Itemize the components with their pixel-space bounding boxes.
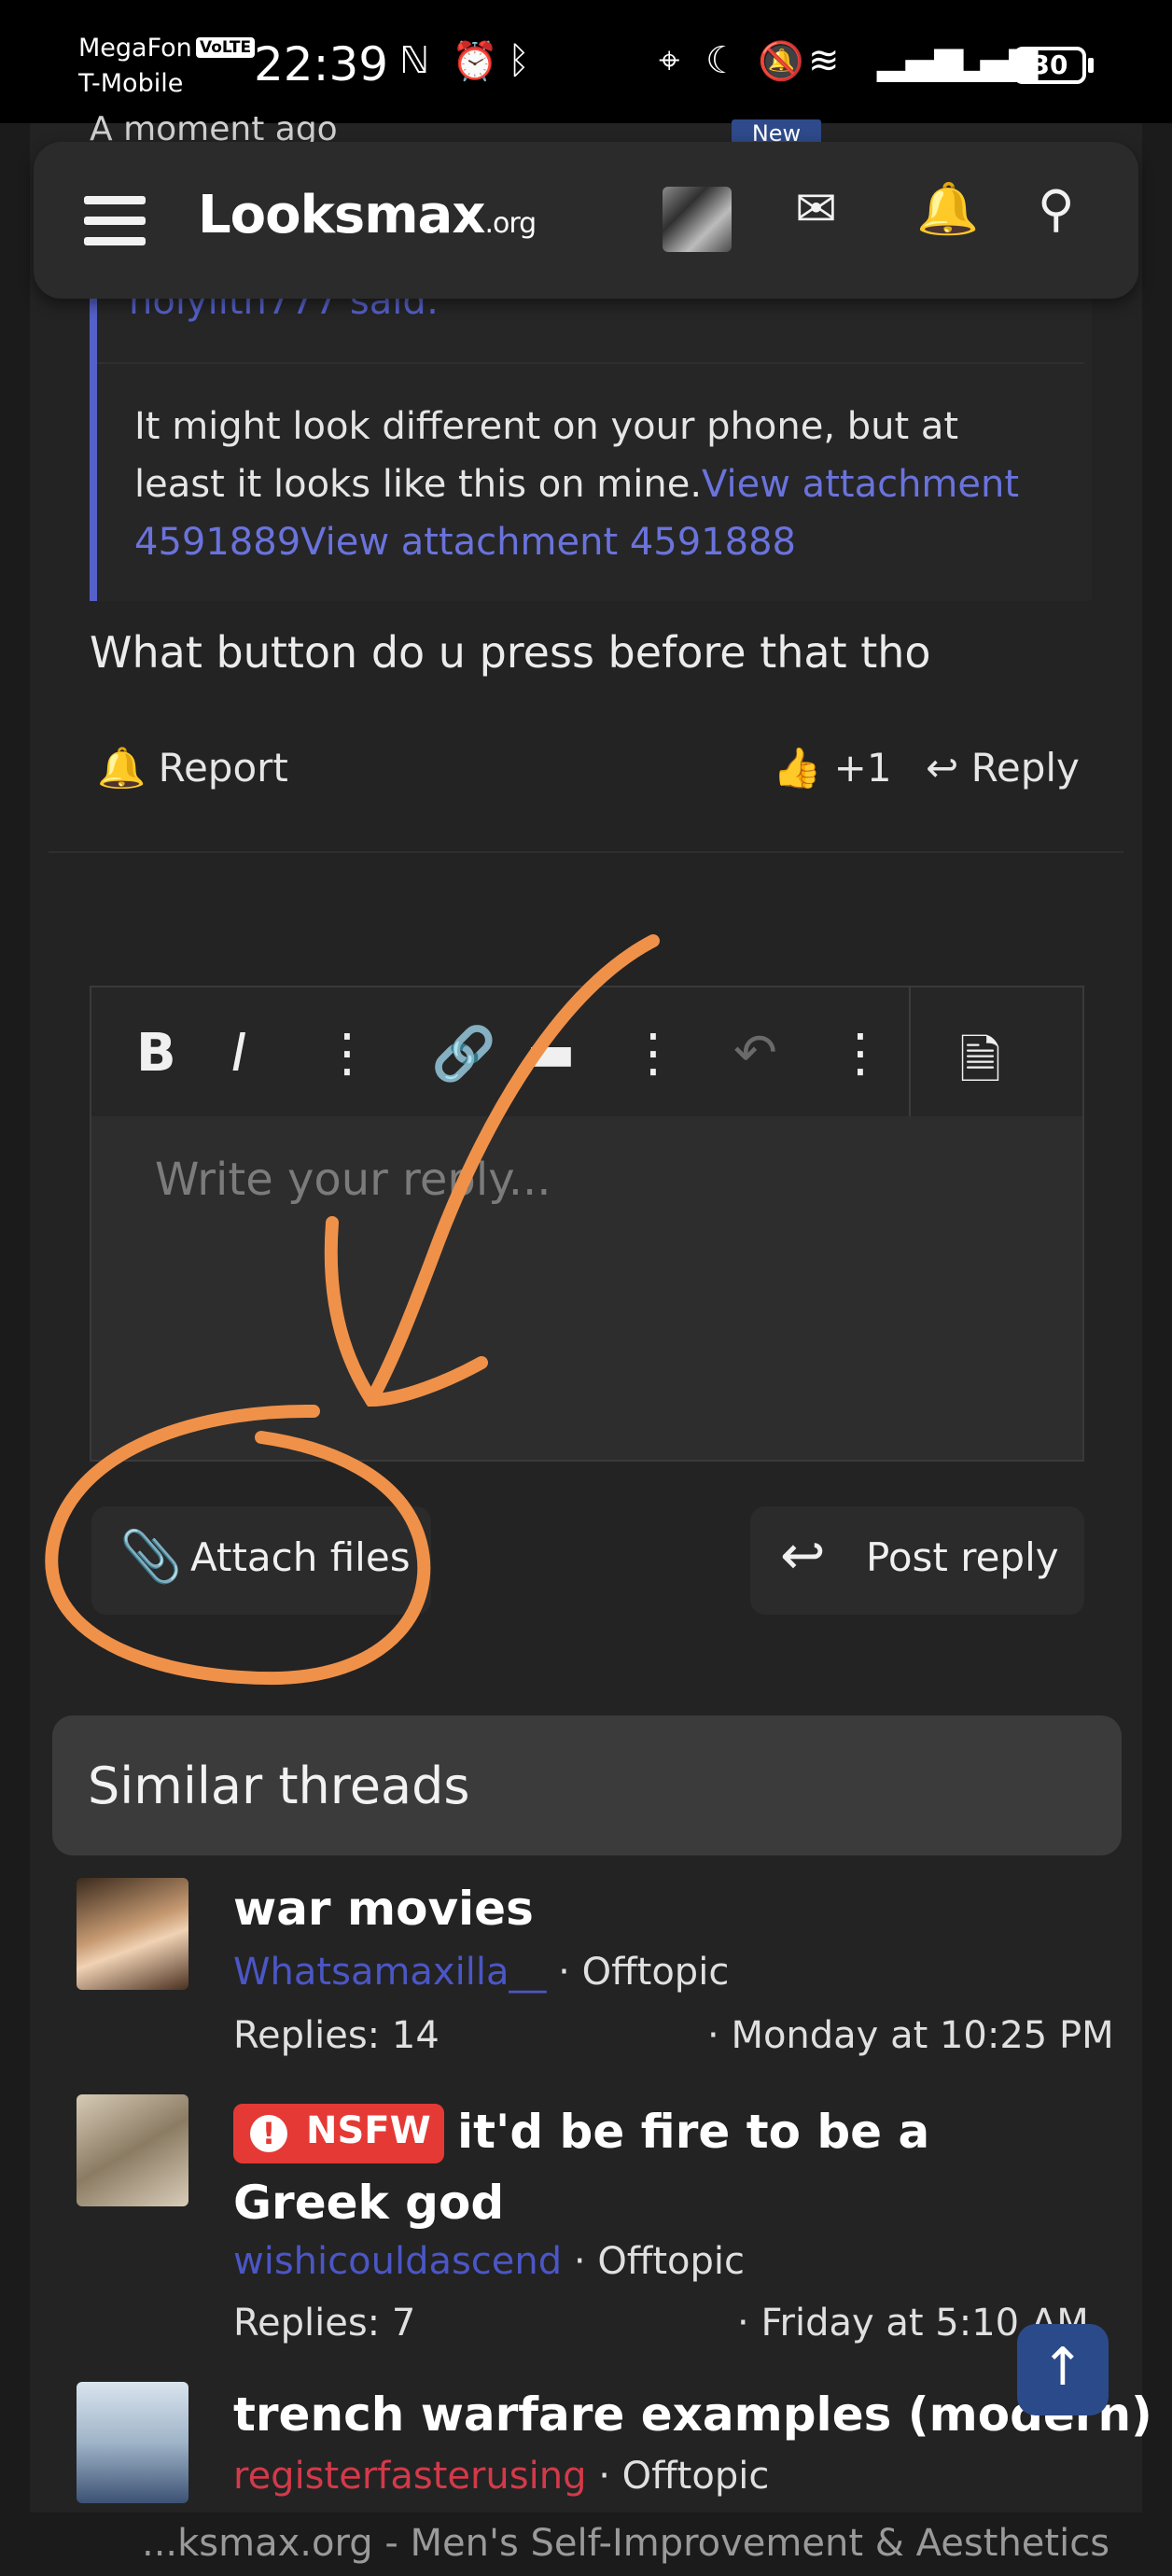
thread-replies: Replies: 7 [233,2302,416,2345]
report-button[interactable]: 🔔 Report [97,745,288,791]
nfc-icon: ℕ [399,39,430,82]
user-avatar[interactable] [663,187,732,252]
thread-author[interactable]: Whatsamaxilla__ [233,1951,546,1994]
battery-indicator: 30 [1013,47,1086,84]
bluetooth-icon: ᛒ [508,39,530,82]
thread-forum[interactable]: Offtopic [597,2240,745,2283]
report-label: Report [158,745,288,791]
signal-icon: ▂▄▆ [877,39,964,82]
mail-icon[interactable]: ✉ [795,179,837,238]
reply-icon: ↩ [926,745,959,791]
attachment-link[interactable]: View attachment 4591888 [300,521,796,564]
link-icon[interactable]: 🔗 [431,1023,496,1085]
thread-replies: Replies: 14 [233,2014,440,2057]
battery-tip [1088,58,1094,73]
reply-label: Reply [970,745,1080,791]
thread-title[interactable]: it'd be fire to be a Greek god [233,2096,1036,2238]
preview-icon[interactable]: 🗎 [959,1023,1001,1112]
paperclip-icon: 📎 [119,1527,183,1586]
thread-title[interactable]: war movies [233,1882,534,1936]
bell-icon[interactable]: 🔔 [916,179,979,239]
thread-avatar[interactable] [77,1878,188,1990]
bell-icon: 🔔 [97,745,146,791]
italic-icon[interactable]: I [231,1023,247,1084]
scroll-to-top-button[interactable]: ↑ [1017,2324,1109,2415]
more-vertical-icon[interactable]: ⋮ [834,1023,886,1084]
reply-icon: ↩ [780,1523,826,1587]
thread-meta: registerfasterusing · Offtopic [233,2455,770,2498]
wifi-icon: ≋ [808,39,840,82]
similar-threads-title: Similar threads [88,1757,470,1815]
divider [49,851,1123,853]
location-icon: ⌖ [659,39,680,82]
clock: 22:39 [254,37,389,91]
arrow-up-icon: ↑ [1040,2337,1085,2398]
like-count: +1 [833,745,892,791]
menu-icon[interactable] [34,142,164,299]
undo-icon[interactable]: ↶ [733,1023,777,1084]
post-message: What button do u press before that tho [90,627,931,678]
reply-button[interactable]: ↩ Reply [926,745,1080,791]
moon-icon: ☾ [705,39,739,82]
site-logo[interactable]: Looksmax.org [198,185,537,245]
thread-forum[interactable]: Offtopic [582,1951,730,1994]
editor-toolbar: B I ⋮ 🔗 ▬ ⋮ ↶ ⋮ 🗎 [91,987,1082,1116]
search-icon[interactable]: ⚲ [1038,179,1075,238]
like-button[interactable]: 👍 +1 [773,745,892,791]
reply-input[interactable]: Write your reply... [155,1154,551,1206]
volte-badge: VoLTE [196,37,256,58]
quote-text: It might look different on your phone, b… [134,398,1030,571]
thread-author[interactable]: wishicouldascend [233,2240,562,2283]
carrier-name: T-Mobile [78,69,184,98]
reply-editor[interactable]: B I ⋮ 🔗 ▬ ⋮ ↶ ⋮ 🗎 Write your reply... [90,986,1084,1462]
thread-date-text: Monday at 10:25 PM [731,2014,1114,2057]
image-icon[interactable]: ▬ [526,1023,576,1084]
more-vertical-icon[interactable]: ⋮ [321,1023,373,1084]
thread-avatar[interactable] [77,2094,188,2206]
quote-divider [97,362,1084,364]
toolbar-separator [909,987,911,1116]
post-reply-label: Post reply [866,1534,1059,1580]
thread-avatar[interactable] [77,2382,188,2503]
status-bar: MegaFon VoLTE T-Mobile 22:39 ℕ ⏰ ᛒ ⌖ ☾ 🔕… [0,0,1172,123]
carrier-name: MegaFon [78,34,192,63]
mute-icon: 🔕 [758,40,804,83]
bold-icon[interactable]: B [136,1023,176,1084]
logo-suffix: .org [484,207,537,240]
thumbs-up-icon: 👍 [773,745,822,791]
logo-text: Looksmax [198,185,485,245]
footer-url: ...ksmax.org - Men's Self-Improvement & … [142,2522,1110,2565]
more-vertical-icon[interactable]: ⋮ [627,1023,679,1084]
site-header: Looksmax.org ✉ 🔔 ⚲ [34,142,1138,299]
thread-title[interactable]: trench warfare examples (modern) [233,2387,1152,2442]
thread-author[interactable]: registerfasterusing [233,2455,586,2498]
thread-date: · Monday at 10:25 PM [707,2014,1114,2057]
attach-files-label: Attach files [190,1534,411,1580]
thread-meta: wishicouldascend · Offtopic [233,2240,746,2283]
thread-meta: Whatsamaxilla__ · Offtopic [233,1951,730,1994]
thread-forum[interactable]: Offtopic [622,2455,770,2498]
alarm-icon: ⏰ [452,40,498,83]
